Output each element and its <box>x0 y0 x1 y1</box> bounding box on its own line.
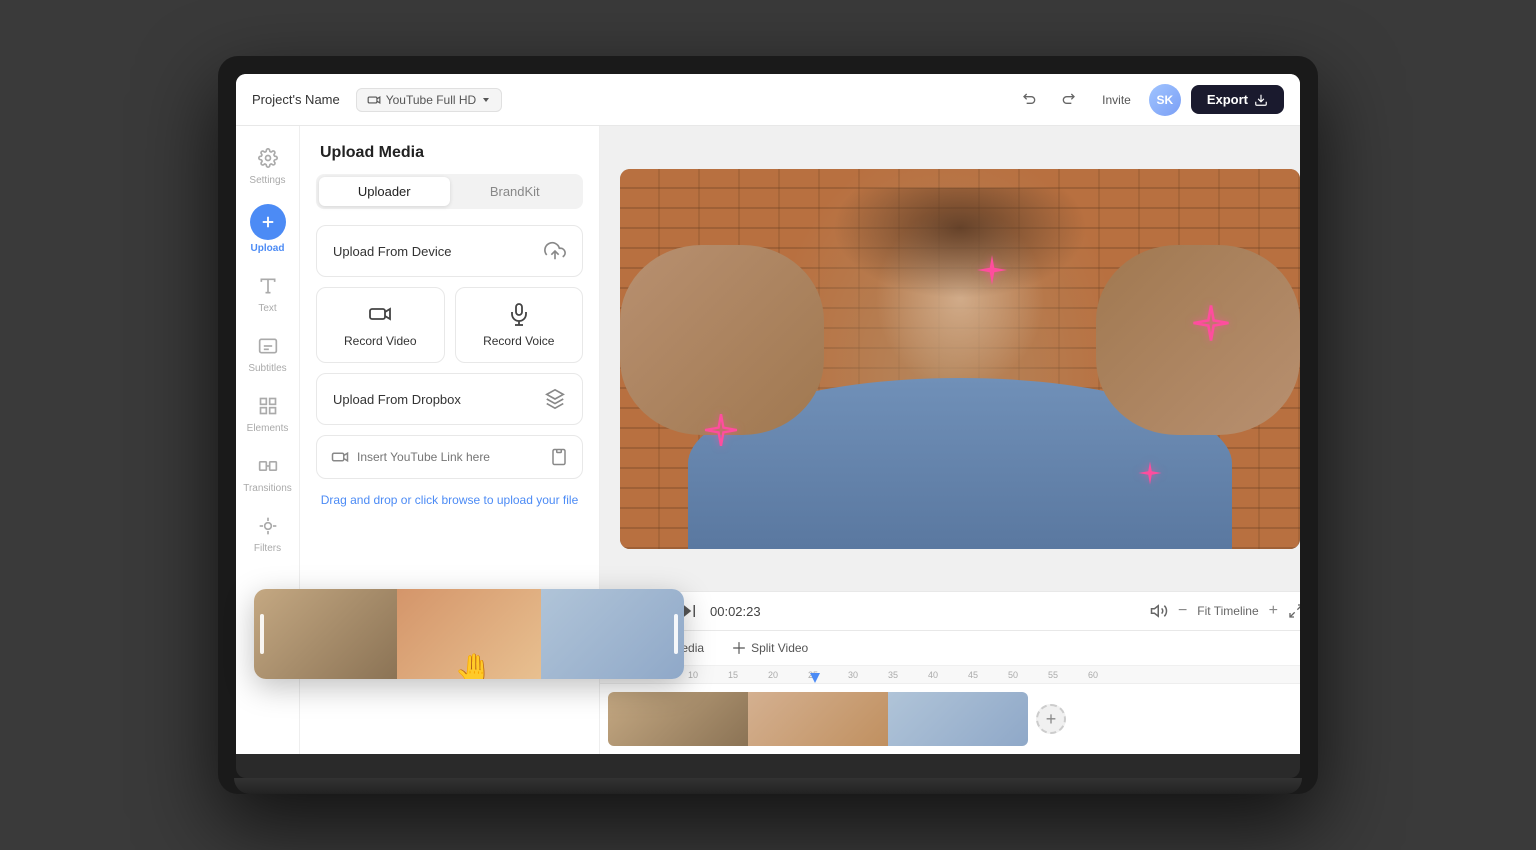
sidebar-item-text[interactable]: Text <box>240 264 296 322</box>
timeline-ruler: 0 5 10 15 20 25 30 35 40 45 50 55 60 <box>600 666 1300 684</box>
sidebar-settings-label: Settings <box>249 175 285 186</box>
timeline-toolbar: + Add Media Split Video <box>600 631 1300 666</box>
undo-button[interactable] <box>1014 84 1046 116</box>
record-video-option[interactable]: Record Video <box>316 287 445 363</box>
undo-redo-group <box>1014 84 1084 116</box>
transitions-icon <box>254 452 282 480</box>
strip-handle-left[interactable] <box>260 614 264 654</box>
avatar: SK <box>1149 84 1181 116</box>
upload-icon <box>250 204 286 240</box>
timeline-area: + Add Media Split Video 0 5 10 15 20 <box>600 630 1300 754</box>
video-container <box>600 126 1300 591</box>
video-icon <box>367 93 381 107</box>
text-icon <box>254 272 282 300</box>
upload-cloud-icon <box>544 240 566 262</box>
resolution-label: YouTube Full HD <box>386 93 477 107</box>
sidebar-upload-label: Upload <box>251 243 285 254</box>
dropbox-icon <box>544 388 566 410</box>
record-video-icon <box>368 302 392 326</box>
chevron-down-icon <box>481 95 491 105</box>
export-button[interactable]: Export <box>1191 85 1284 114</box>
strip-thumb-1 <box>254 589 397 679</box>
sidebar-text-label: Text <box>258 303 276 314</box>
track-thumb-2 <box>748 692 888 746</box>
strip-handle-right[interactable] <box>674 614 678 654</box>
preview-area: 00:02:23 − Fit Timeline + <box>600 126 1300 754</box>
settings-icon <box>254 144 282 172</box>
track-clip-inner <box>608 692 1028 746</box>
video-content <box>620 169 1300 549</box>
timeline-tracks: + <box>600 684 1300 754</box>
fit-timeline-label: Fit Timeline <box>1197 604 1258 618</box>
fullscreen-button[interactable] <box>1288 603 1300 619</box>
volume-button[interactable] <box>1150 602 1168 620</box>
sparkle-4 <box>1136 459 1164 492</box>
sidebar-item-elements[interactable]: Elements <box>240 384 296 442</box>
zoom-minus[interactable]: − <box>1178 602 1187 620</box>
upload-from-dropbox[interactable]: Upload From Dropbox <box>316 373 583 425</box>
drag-drop-text: Drag and drop or click browse to upload … <box>320 493 579 507</box>
project-name: Project's Name <box>252 92 340 107</box>
upload-panel-title: Upload Media <box>300 126 599 174</box>
playback-bar: 00:02:23 − Fit Timeline + <box>600 591 1300 630</box>
filters-icon <box>254 512 282 540</box>
sidebar-filters-label: Filters <box>254 543 281 554</box>
tab-uploader[interactable]: Uploader <box>319 177 450 206</box>
sidebar-transitions-label: Transitions <box>243 483 292 494</box>
time-display: 00:02:23 <box>710 604 770 619</box>
record-options: Record Video Record Voice <box>316 287 583 363</box>
laptop-bottom <box>236 754 1300 778</box>
sidebar-elements-label: Elements <box>247 423 289 434</box>
strip-thumb-3 <box>541 589 684 679</box>
youtube-icon <box>331 448 349 466</box>
elements-icon <box>254 392 282 420</box>
sidebar-item-subtitles[interactable]: Subtitles <box>240 324 296 382</box>
track-thumb-3 <box>888 692 1028 746</box>
sparkle-2 <box>1190 302 1232 349</box>
split-video-button[interactable]: Split Video <box>724 637 816 659</box>
laptop-base <box>234 778 1302 794</box>
left-arm-layer <box>620 245 824 435</box>
sparkle-3 <box>702 411 740 454</box>
top-bar: Project's Name YouTube Full HD Invite <box>236 74 1300 126</box>
subtitles-icon <box>254 332 282 360</box>
sidebar-item-upload[interactable]: Upload <box>240 196 296 262</box>
track-clip[interactable] <box>608 692 1028 746</box>
add-track-button[interactable]: + <box>1036 704 1066 734</box>
sidebar-item-filters[interactable]: Filters <box>240 504 296 562</box>
upload-tabs: Uploader BrandKit <box>316 174 583 209</box>
top-right-actions: Invite SK Export <box>1014 84 1284 116</box>
hand-cursor-icon: 🤚 <box>454 651 494 679</box>
sidebar-item-settings[interactable]: Settings <box>240 136 296 194</box>
youtube-link-input-wrapper[interactable] <box>316 435 583 479</box>
youtube-link-input[interactable] <box>357 450 542 464</box>
resolution-selector[interactable]: YouTube Full HD <box>356 88 503 112</box>
sidebar-item-transitions[interactable]: Transitions <box>240 444 296 502</box>
paste-icon <box>550 448 568 466</box>
microphone-icon <box>507 302 531 326</box>
zoom-plus[interactable]: + <box>1269 602 1278 620</box>
tab-brandkit[interactable]: BrandKit <box>450 177 581 206</box>
floating-thumbnail-strip: 🤚 <box>254 589 684 679</box>
export-icon <box>1254 93 1268 107</box>
upload-from-device[interactable]: Upload From Device <box>316 225 583 277</box>
track-thumb-1 <box>608 692 748 746</box>
video-frame <box>620 169 1300 549</box>
browse-link[interactable]: browse <box>441 493 480 507</box>
redo-button[interactable] <box>1052 84 1084 116</box>
playback-right: − Fit Timeline + <box>1150 602 1300 620</box>
invite-button[interactable]: Invite <box>1094 89 1139 111</box>
sidebar-subtitles-label: Subtitles <box>248 363 286 374</box>
record-voice-option[interactable]: Record Voice <box>455 287 584 363</box>
sparkle-1 <box>974 252 1010 293</box>
